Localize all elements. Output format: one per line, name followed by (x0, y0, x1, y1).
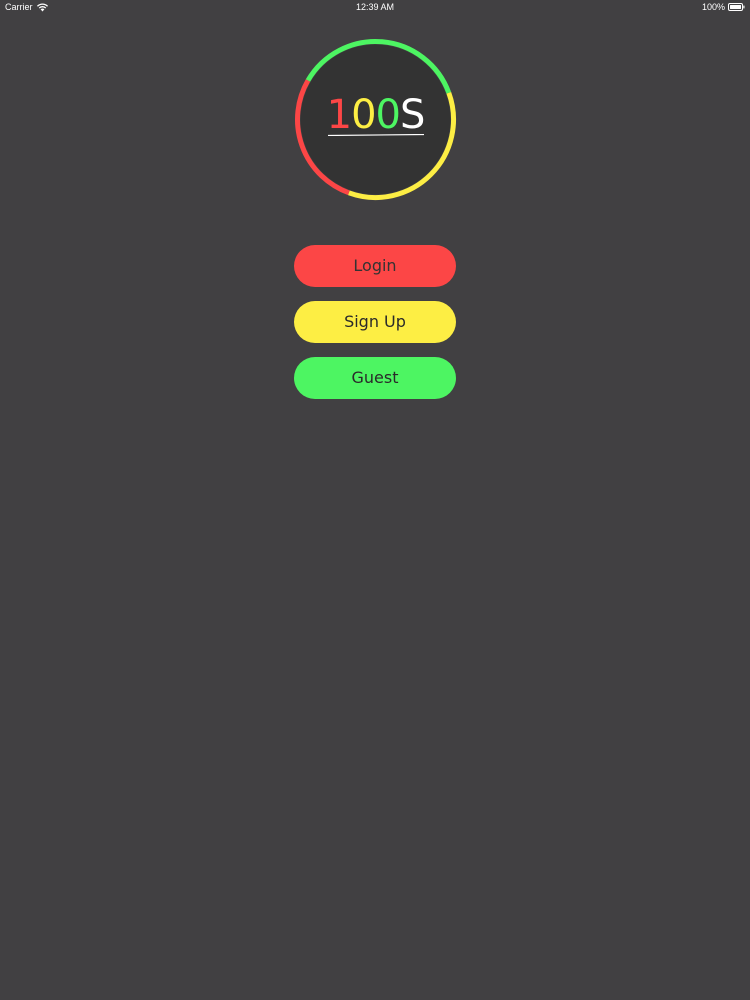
logo-digit-0-second: 0 (375, 92, 401, 138)
logo-letter-s: S (399, 92, 425, 138)
status-right: 100% (702, 2, 745, 12)
logo-digit-0-first: 0 (351, 92, 376, 138)
app-screen: Carrier 12:39 AM 100% 100S Login Sign Up… (0, 0, 750, 1000)
status-time: 12:39 AM (355, 2, 395, 12)
battery-icon (728, 3, 745, 11)
login-button[interactable]: Login (294, 245, 456, 287)
app-logo: 100S (294, 38, 457, 201)
status-bar: Carrier 12:39 AM 100% (0, 0, 750, 16)
battery-percent: 100% (701, 2, 725, 12)
signup-button[interactable]: Sign Up (294, 301, 456, 343)
logo-digit-1: 1 (326, 92, 352, 138)
logo-underline (328, 134, 424, 136)
logo-wordmark: 100S (294, 95, 457, 135)
guest-button[interactable]: Guest (294, 357, 456, 399)
